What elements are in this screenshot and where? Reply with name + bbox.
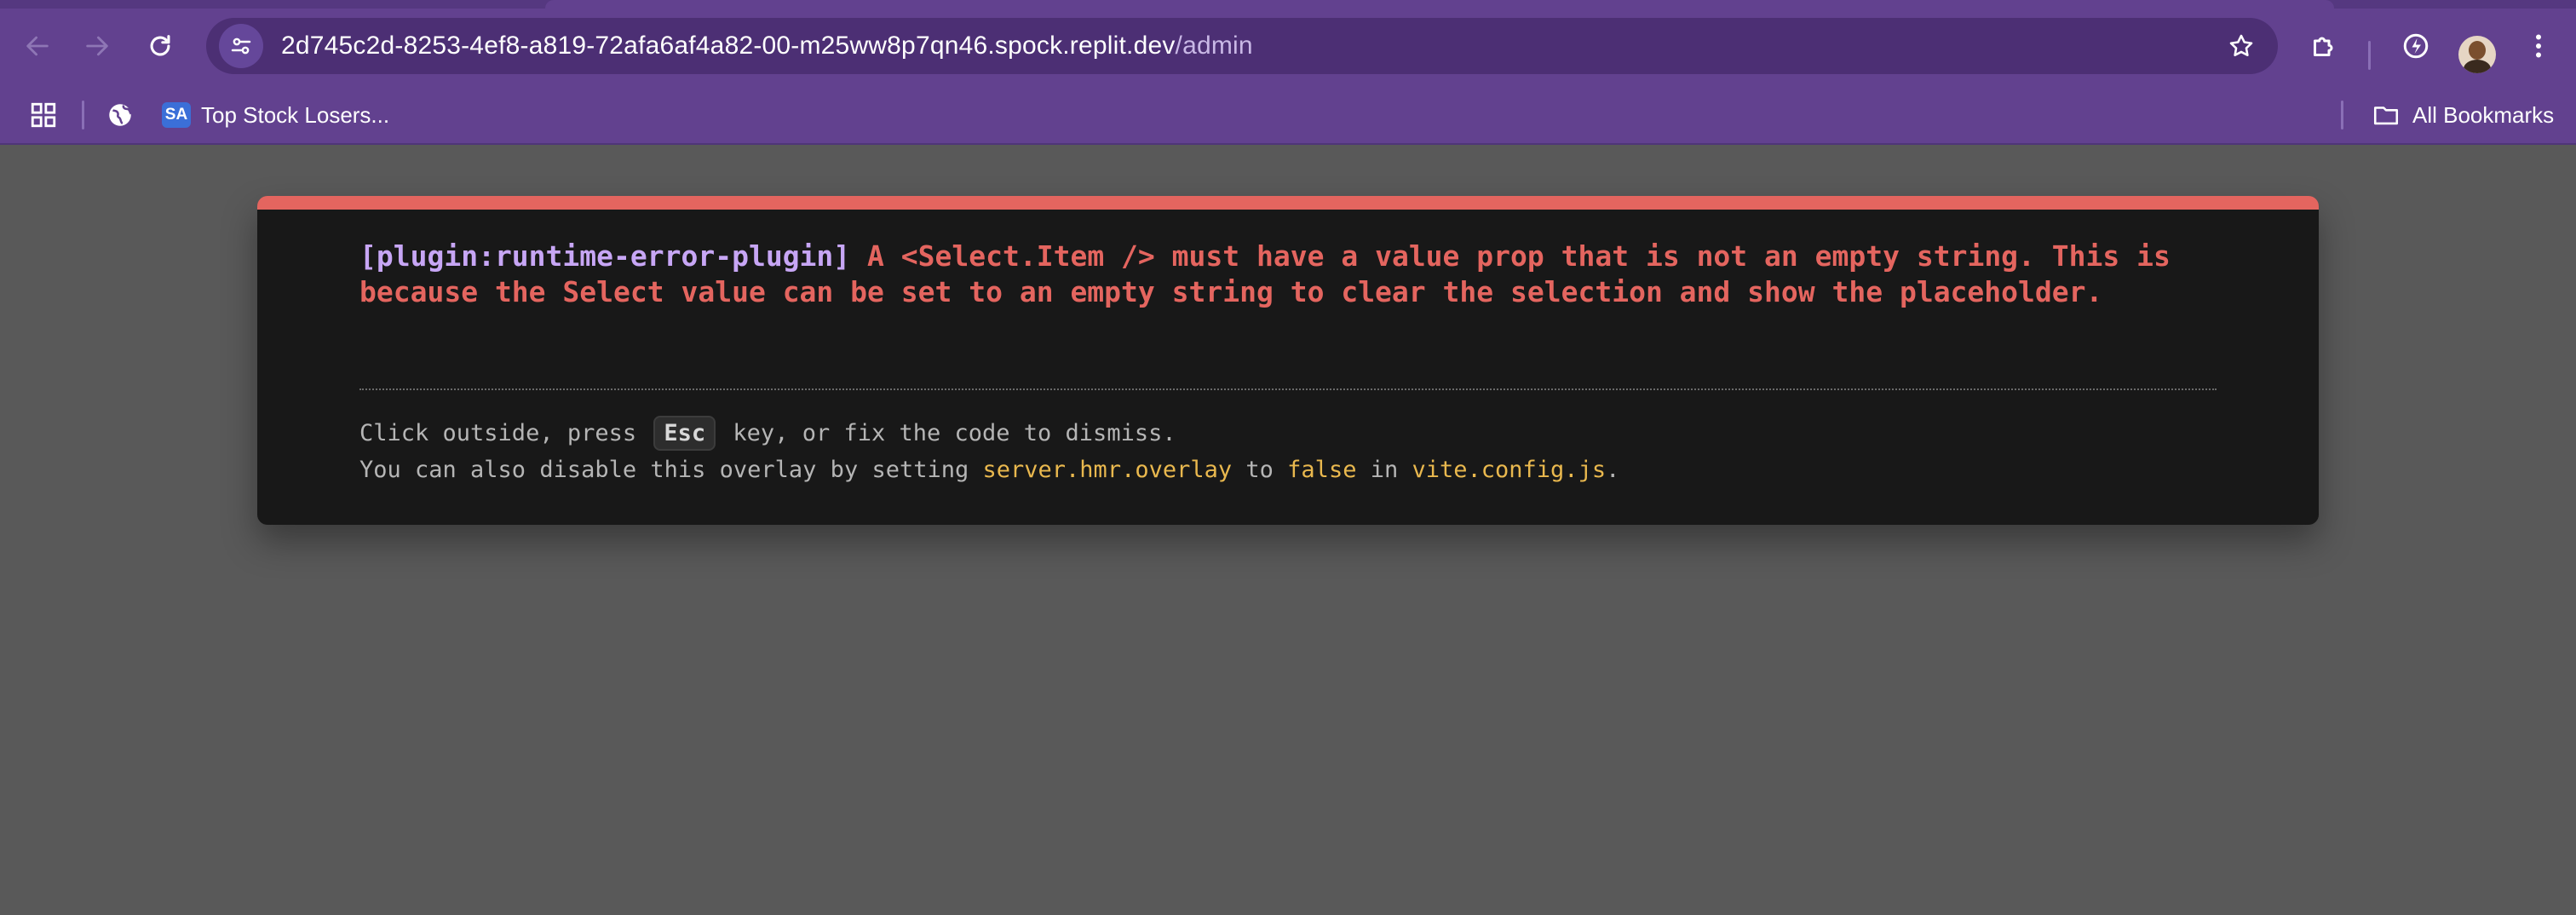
arrow-left-icon — [26, 36, 49, 56]
dismiss-tip: Click outside, press Esc key, or fix the… — [359, 416, 1176, 451]
bookmark-globe[interactable] — [106, 85, 135, 145]
bookmarks-bar: SA Top Stock Losers... All Bookmarks — [0, 85, 2576, 145]
puzzle-icon — [2314, 37, 2333, 56]
reload-button[interactable] — [135, 20, 186, 72]
arrow-right-icon — [86, 36, 108, 56]
tip-text: key, or fix the code to dismiss. — [733, 420, 1176, 446]
tip-text: Click outside, press — [359, 420, 637, 446]
toolbar-separator — [2368, 41, 2371, 70]
speed-icon — [2403, 33, 2429, 59]
config-file-code: vite.config.js — [1412, 457, 1607, 483]
forward-button[interactable] — [72, 20, 123, 72]
url-host: 2d745c2d-8253-4ef8-a819-72afa6af4a82-00-… — [281, 32, 1176, 60]
config-key-code: server.hmr.overlay — [982, 457, 1233, 483]
error-overlay[interactable]: [plugin:runtime-error-plugin] A <Select.… — [257, 196, 2319, 525]
error-plugin-name: [plugin:runtime-error-plugin] — [359, 239, 851, 273]
disable-tip: You can also disable this overlay by set… — [359, 457, 1619, 483]
tip-text: to — [1245, 457, 1274, 483]
menu-button[interactable] — [2513, 20, 2564, 72]
star-icon — [2229, 34, 2253, 57]
site-info-button[interactable] — [213, 18, 269, 74]
bookmark-star-button[interactable] — [2223, 28, 2259, 64]
more-vertical-icon — [2536, 34, 2541, 58]
active-tab[interactable] — [545, 0, 2334, 9]
navigation-bar: 2d745c2d-8253-4ef8-a819-72afa6af4a82-00-… — [0, 9, 2576, 85]
tune-icon — [231, 37, 251, 55]
url-path: /admin — [1175, 32, 1253, 60]
url-text[interactable]: 2d745c2d-8253-4ef8-a819-72afa6af4a82-00-… — [281, 32, 1253, 60]
tip-text: You can also disable this overlay by set… — [359, 457, 969, 483]
false-value-code: false — [1287, 457, 1357, 483]
back-button[interactable] — [12, 20, 63, 72]
apps-grid-icon — [31, 102, 56, 128]
performance-button[interactable] — [2390, 20, 2441, 72]
bookmarks-separator-right — [2341, 101, 2343, 129]
all-bookmarks-label: All Bookmarks — [2412, 101, 2555, 128]
folder-icon — [2373, 106, 2399, 125]
profile-avatar[interactable] — [2458, 36, 2496, 73]
bookmark-top-stock-losers[interactable]: SA Top Stock Losers... — [162, 85, 389, 145]
extensions-button[interactable] — [2298, 20, 2349, 72]
apps-button[interactable] — [29, 85, 58, 145]
address-bar[interactable]: 2d745c2d-8253-4ef8-a819-72afa6af4a82-00-… — [206, 18, 2278, 74]
esc-key: Esc — [653, 416, 716, 451]
browser-chrome: 2d745c2d-8253-4ef8-a819-72afa6af4a82-00-… — [0, 0, 2576, 145]
reload-icon — [150, 35, 170, 56]
bookmarks-separator — [82, 101, 84, 129]
bookmark-label: Top Stock Losers... — [201, 101, 390, 128]
tab-strip — [0, 0, 2576, 9]
globe-icon — [109, 104, 132, 126]
overlay-divider — [359, 388, 2217, 390]
tip-text: . — [1606, 457, 1620, 483]
sa-icon: SA — [162, 102, 191, 128]
all-bookmarks-button[interactable]: All Bookmarks — [2372, 85, 2554, 145]
error-message: [plugin:runtime-error-plugin] A <Select.… — [359, 239, 2234, 310]
tip-text: in — [1370, 457, 1399, 483]
